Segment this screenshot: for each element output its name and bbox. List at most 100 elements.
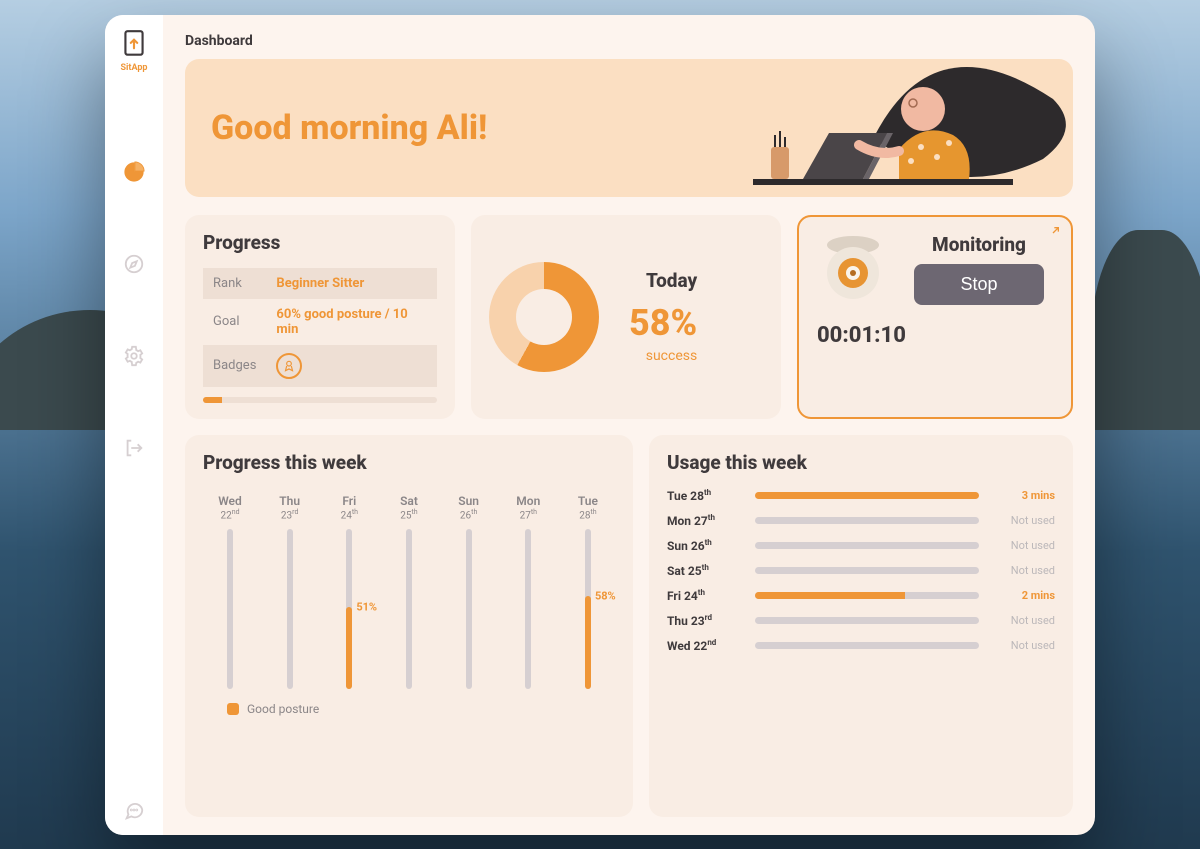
bar-dow: Mon [516,494,540,508]
today-subtitle: success [629,348,697,364]
goal-label: Goal [203,299,266,345]
bar-track: 58% [585,529,591,689]
page-title: Dashboard [185,33,1073,49]
hero-greeting: Good morning Ali! [211,108,487,148]
bar-col: Tue 28th 58% [565,494,611,689]
main-content: Dashboard Good morning Ali! Progress [163,15,1095,835]
bar-dow: Tue [578,494,598,508]
bar-col: Sat 25th [386,494,432,689]
expand-icon[interactable] [1045,225,1061,245]
usage-bar [755,642,979,649]
bar-dow: Sun [458,494,479,508]
progress-bar [203,397,437,403]
usage-row: Sun 26th Not used [667,538,1055,553]
usage-list: Tue 28th 3 mins Mon 27th Not used Sun 26… [667,488,1055,653]
table-row: Rank Beginner Sitter [203,268,437,299]
progress-card: Progress Rank Beginner Sitter Goal 60% g… [185,215,455,419]
usage-day: Fri 24th [667,588,743,603]
bar-dow: Sat [400,494,418,508]
monitoring-timer: 00:01:10 [817,323,1053,348]
bar-track: 51% [346,529,352,689]
usage-row: Fri 24th 2 mins [667,588,1055,603]
usage-bar [755,567,979,574]
sidebar: SitApp [105,15,163,835]
usage-value: Not used [991,539,1055,552]
usage-bar [755,592,979,599]
rank-value: Beginner Sitter [266,268,437,299]
bar-dow: Fri [342,494,356,508]
legend-swatch [227,703,239,715]
bar-date: 22nd [220,508,239,521]
bar-col: Wed 22nd [207,494,253,689]
bar-track [227,529,233,689]
stop-button[interactable]: Stop [914,264,1044,305]
bar-col: Thu 23rd [267,494,313,689]
usage-bar [755,542,979,549]
monitoring-card: Monitoring Stop 00:01:10 [797,215,1073,419]
app-logo[interactable]: SitApp [121,29,148,73]
usage-value: Not used [991,514,1055,527]
nav-dashboard-icon[interactable] [123,161,145,183]
hero-illustration [713,59,1073,197]
bar-col: Mon 27th [505,494,551,689]
today-percent: 58% [629,302,697,344]
hero-banner: Good morning Ali! [185,59,1073,197]
today-donut-chart [489,262,599,372]
bar-track [466,529,472,689]
usage-bar [755,617,979,624]
usage-title: Usage this week [667,451,1055,474]
table-row: Badges [203,345,437,387]
bar-track [406,529,412,689]
table-row: Goal 60% good posture / 10 min [203,299,437,345]
usage-day: Tue 28th [667,488,743,503]
rank-label: Rank [203,268,266,299]
camera-icon [817,233,889,305]
goal-value: 60% good posture / 10 min [266,299,437,345]
week-progress-chart: Wed 22nd Thu 23rd Fri 24th 51% Sat 25th … [203,488,615,698]
nav-chat-icon[interactable] [123,799,145,821]
badges-label: Badges [203,345,266,387]
usage-bar [755,492,979,499]
bar-col: Fri 24th 51% [326,494,372,689]
badge-icon [276,353,302,379]
nav-logout-icon[interactable] [123,437,145,459]
bar-track [525,529,531,689]
bar-track [287,529,293,689]
usage-day: Sun 26th [667,538,743,553]
usage-day: Mon 27th [667,513,743,528]
usage-row: Sat 25th Not used [667,563,1055,578]
week-progress-card: Progress this week Wed 22nd Thu 23rd Fri… [185,435,633,817]
bar-dow: Thu [279,494,300,508]
bar-date: 25th [400,508,417,521]
usage-row: Wed 22nd Not used [667,638,1055,653]
usage-row: Thu 23rd Not used [667,613,1055,628]
progress-table: Rank Beginner Sitter Goal 60% good postu… [203,268,437,387]
usage-row: Mon 27th Not used [667,513,1055,528]
bar-date: 27th [520,508,537,521]
bar-date: 26th [460,508,477,521]
bar-col: Sun 26th [446,494,492,689]
bar-date: 24th [341,508,358,521]
legend-label: Good posture [247,702,319,716]
week-progress-title: Progress this week [203,451,615,474]
app-name: SitApp [121,63,148,73]
usage-value: Not used [991,614,1055,627]
usage-value: 3 mins [991,489,1055,502]
bar-date: 23rd [281,508,299,521]
app-window: SitApp Dashboard Good morning Ali! [105,15,1095,835]
usage-value: Not used [991,639,1055,652]
chair-logo-icon [121,29,147,59]
bar-date: 28th [579,508,596,521]
usage-bar [755,517,979,524]
usage-day: Thu 23rd [667,613,743,628]
usage-value: 2 mins [991,589,1055,602]
usage-value: Not used [991,564,1055,577]
today-card: Today 58% success [471,215,781,419]
nav-explore-icon[interactable] [123,253,145,275]
nav-settings-icon[interactable] [123,345,145,367]
chart-legend: Good posture [203,702,615,716]
usage-card: Usage this week Tue 28th 3 mins Mon 27th… [649,435,1073,817]
usage-day: Wed 22nd [667,638,743,653]
usage-day: Sat 25th [667,563,743,578]
bar-dow: Wed [218,494,242,508]
